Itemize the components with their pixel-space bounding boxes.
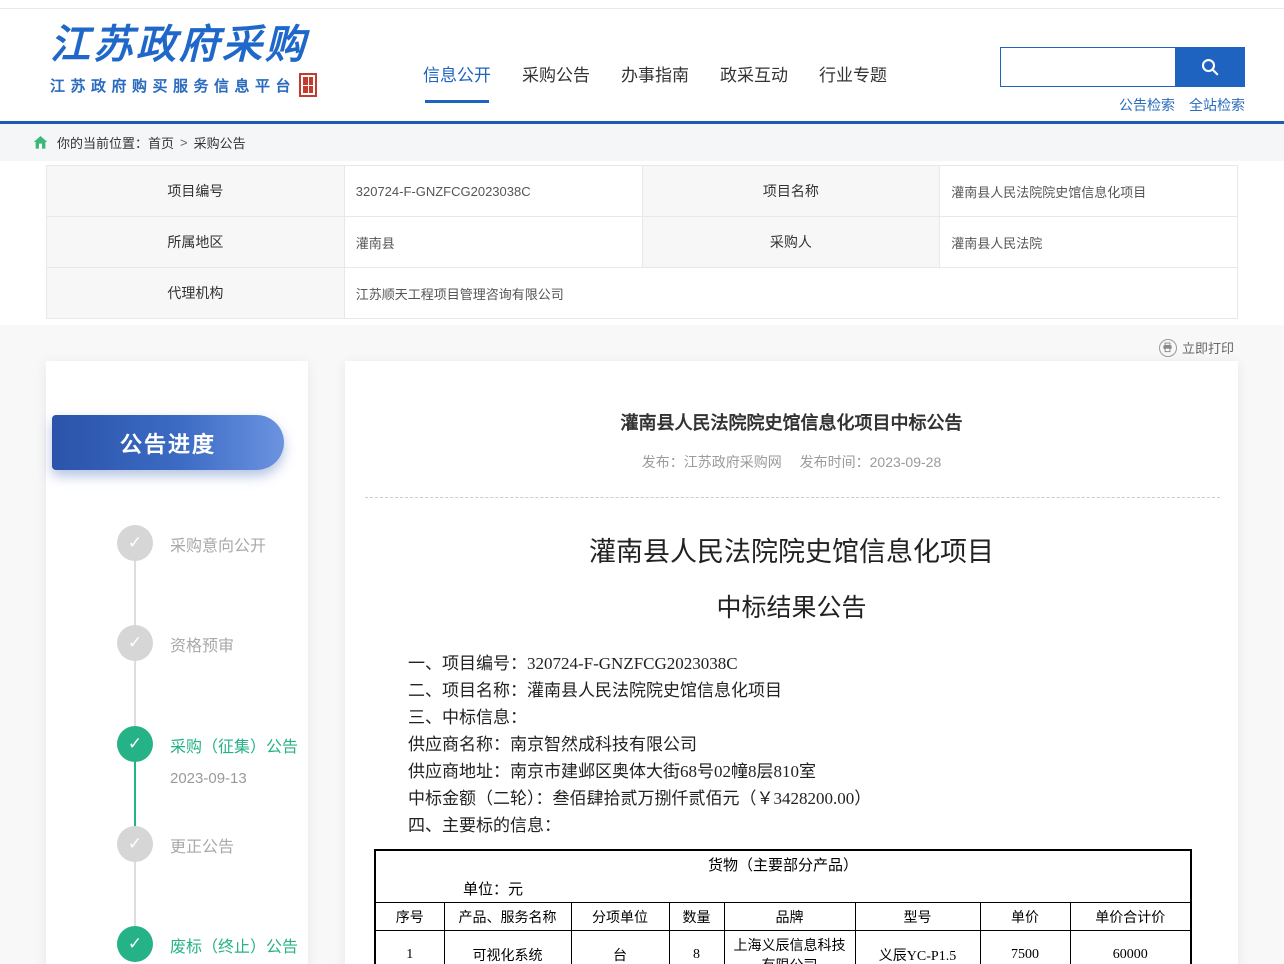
progress-banner: 公告进度 (52, 415, 284, 470)
cell: 7500 (980, 931, 1070, 964)
column-header: 单价 (980, 903, 1070, 931)
table-unit-note: 单位：元 (376, 878, 1190, 899)
logo-subtitle-row: 江苏政府购买服务信息平台 (50, 73, 317, 97)
logo-title: 江苏政府采购 (50, 23, 317, 67)
breadcrumb: 你的当前位置： 首页 > 采购公告 (0, 124, 1284, 161)
project-info-table: 项目编号 320724-F-GNZFCG2023038C 项目名称 灌南县人民法… (46, 165, 1238, 319)
nav-item-procurement-announcements[interactable]: 采购公告 (522, 61, 590, 86)
cell: 8 (669, 931, 724, 964)
check-icon: ✓ (117, 826, 153, 862)
table-header-row: 序号 产品、服务名称 分项单位 数量 品牌 型号 单价 单价合计价 (375, 903, 1191, 931)
nav-item-information-disclosure[interactable]: 信息公开 (423, 61, 491, 86)
home-icon (33, 135, 48, 150)
step-correction-announcement[interactable]: 更正公告 (170, 833, 234, 857)
table-row: 代理机构 江苏顺天工程项目管理咨询有限公司 (47, 268, 1238, 319)
info-label: 采购人 (642, 217, 940, 268)
search-area: 公告检索 全站检索 (1000, 47, 1245, 115)
site-logo[interactable]: 江苏政府采购 江苏政府购买服务信息平台 (50, 23, 317, 97)
info-value: 灌南县人民法院 (940, 217, 1238, 268)
cell: 上海义辰信息科技有限公司 (724, 931, 855, 964)
table-row: 项目编号 320724-F-GNZFCG2023038C 项目名称 灌南县人民法… (47, 166, 1238, 217)
breadcrumb-prefix: 你的当前位置： (57, 133, 148, 152)
paragraph: 中标金额（二轮）：叁佰肆拾贰万捌仟贰佰元（￥3428200.00） (408, 785, 1238, 812)
announcement-search-link[interactable]: 公告检索 (1119, 95, 1175, 115)
column-header: 型号 (855, 903, 980, 931)
column-header: 单价合计价 (1070, 903, 1191, 931)
product-table: 货物（主要部分产品） 单位：元 序号 产品、服务名称 分项单位 数量 品牌 型号… (374, 849, 1192, 964)
table-caption: 货物（主要部分产品） (376, 854, 1190, 875)
info-label: 代理机构 (47, 268, 345, 319)
document-body: 灌南县人民法院院史馆信息化项目 中标结果公告 一、项目编号：320724-F-G… (345, 530, 1238, 964)
nav-item-service-guide[interactable]: 办事指南 (621, 61, 689, 86)
main-nav: 信息公开 采购公告 办事指南 政采互动 行业专题 (423, 61, 887, 86)
column-header: 品牌 (724, 903, 855, 931)
paragraph: 四、主要标的信息： (408, 812, 1238, 839)
column-header: 产品、服务名称 (444, 903, 571, 931)
search-links: 公告检索 全站检索 (1000, 95, 1245, 115)
site-search-link[interactable]: 全站检索 (1189, 95, 1245, 115)
column-header: 数量 (669, 903, 724, 931)
cell: 60000 (1070, 931, 1191, 964)
print-button[interactable]: 立即打印 (1159, 338, 1234, 357)
divider (365, 497, 1220, 498)
cell: 义辰YC-P1.5 (855, 931, 980, 964)
search-button[interactable] (1175, 47, 1245, 87)
page-title: 灌南县人民法院院史馆信息化项目中标公告 (345, 409, 1238, 435)
paragraph: 一、项目编号：320724-F-GNZFCG2023038C (408, 650, 1238, 677)
progress-sidebar: 公告进度 ✓ ✓ ✓ ✓ ✓ 采购意向公开 资格预审 采购（征集）公告 2023… (46, 361, 308, 964)
print-label: 立即打印 (1182, 338, 1234, 357)
nav-item-interaction[interactable]: 政采互动 (720, 61, 788, 86)
check-icon: ✓ (117, 525, 153, 561)
cell: 可视化系统 (444, 931, 571, 964)
step-termination-announcement[interactable]: 废标（终止）公告 (170, 933, 298, 957)
paragraph: 供应商地址：南京市建邺区奥体大街68号02幢8层810室 (408, 758, 1238, 785)
step-procurement-announcement[interactable]: 采购（征集）公告 (170, 733, 298, 757)
announcement-panel: 灌南县人民法院院史馆信息化项目中标公告 发布：江苏政府采购网 发布时间：2023… (345, 361, 1238, 964)
breadcrumb-separator: > (180, 135, 188, 150)
column-header: 分项单位 (571, 903, 669, 931)
publish-time: 发布时间：2023-09-28 (800, 454, 942, 470)
document-paragraphs: 一、项目编号：320724-F-GNZFCG2023038C 二、项目名称：灌南… (408, 650, 1238, 839)
step-date: 2023-09-13 (170, 770, 247, 787)
document-title-line2: 中标结果公告 (345, 588, 1238, 624)
paragraph: 三、中标信息： (408, 704, 1238, 731)
official-seal-icon (299, 73, 317, 97)
table-row: 1 可视化系统 台 8 上海义辰信息科技有限公司 义辰YC-P1.5 7500 … (375, 931, 1191, 964)
info-value: 灌南县人民法院院史馆信息化项目 (940, 166, 1238, 217)
info-value: 江苏顺天工程项目管理咨询有限公司 (344, 268, 1237, 319)
publish-source: 发布：江苏政府采购网 (642, 454, 782, 470)
content-region: 立即打印 公告进度 ✓ ✓ ✓ ✓ ✓ 采购意向公开 资格预审 采购（征集）公告… (0, 325, 1284, 964)
breadcrumb-current[interactable]: 采购公告 (194, 133, 246, 152)
step-prequalification[interactable]: 资格预审 (170, 632, 234, 656)
step-procurement-intent[interactable]: 采购意向公开 (170, 532, 266, 556)
page-root: 江苏政府采购 江苏政府购买服务信息平台 信息公开 采购公告 办事指南 政采互动 … (0, 0, 1284, 964)
paragraph: 二、项目名称：灌南县人民法院院史馆信息化项目 (408, 677, 1238, 704)
paragraph: 供应商名称：南京智然成科技有限公司 (408, 731, 1238, 758)
document-title-line1: 灌南县人民法院院史馆信息化项目 (345, 530, 1238, 569)
cell: 台 (571, 931, 669, 964)
info-label: 项目编号 (47, 166, 345, 217)
table-caption-row: 货物（主要部分产品） 单位：元 (375, 850, 1191, 903)
info-label: 所属地区 (47, 217, 345, 268)
article-meta: 发布：江苏政府采购网 发布时间：2023-09-28 (345, 452, 1238, 472)
search-icon (1200, 57, 1220, 77)
info-value: 320724-F-GNZFCG2023038C (344, 166, 642, 217)
logo-subtitle: 江苏政府购买服务信息平台 (50, 75, 296, 96)
table-row: 所属地区 灌南县 采购人 灌南县人民法院 (47, 217, 1238, 268)
check-icon: ✓ (117, 625, 153, 661)
breadcrumb-home-link[interactable]: 首页 (148, 133, 174, 152)
cell: 1 (375, 931, 444, 964)
info-value: 灌南县 (344, 217, 642, 268)
info-label: 项目名称 (642, 166, 940, 217)
search-input[interactable] (1000, 47, 1175, 87)
printer-icon (1159, 339, 1177, 357)
column-header: 序号 (375, 903, 444, 931)
check-icon: ✓ (117, 726, 153, 762)
site-header: 江苏政府采购 江苏政府购买服务信息平台 信息公开 采购公告 办事指南 政采互动 … (0, 9, 1284, 121)
check-icon: ✓ (117, 926, 153, 962)
nav-item-industry-topics[interactable]: 行业专题 (819, 61, 887, 86)
